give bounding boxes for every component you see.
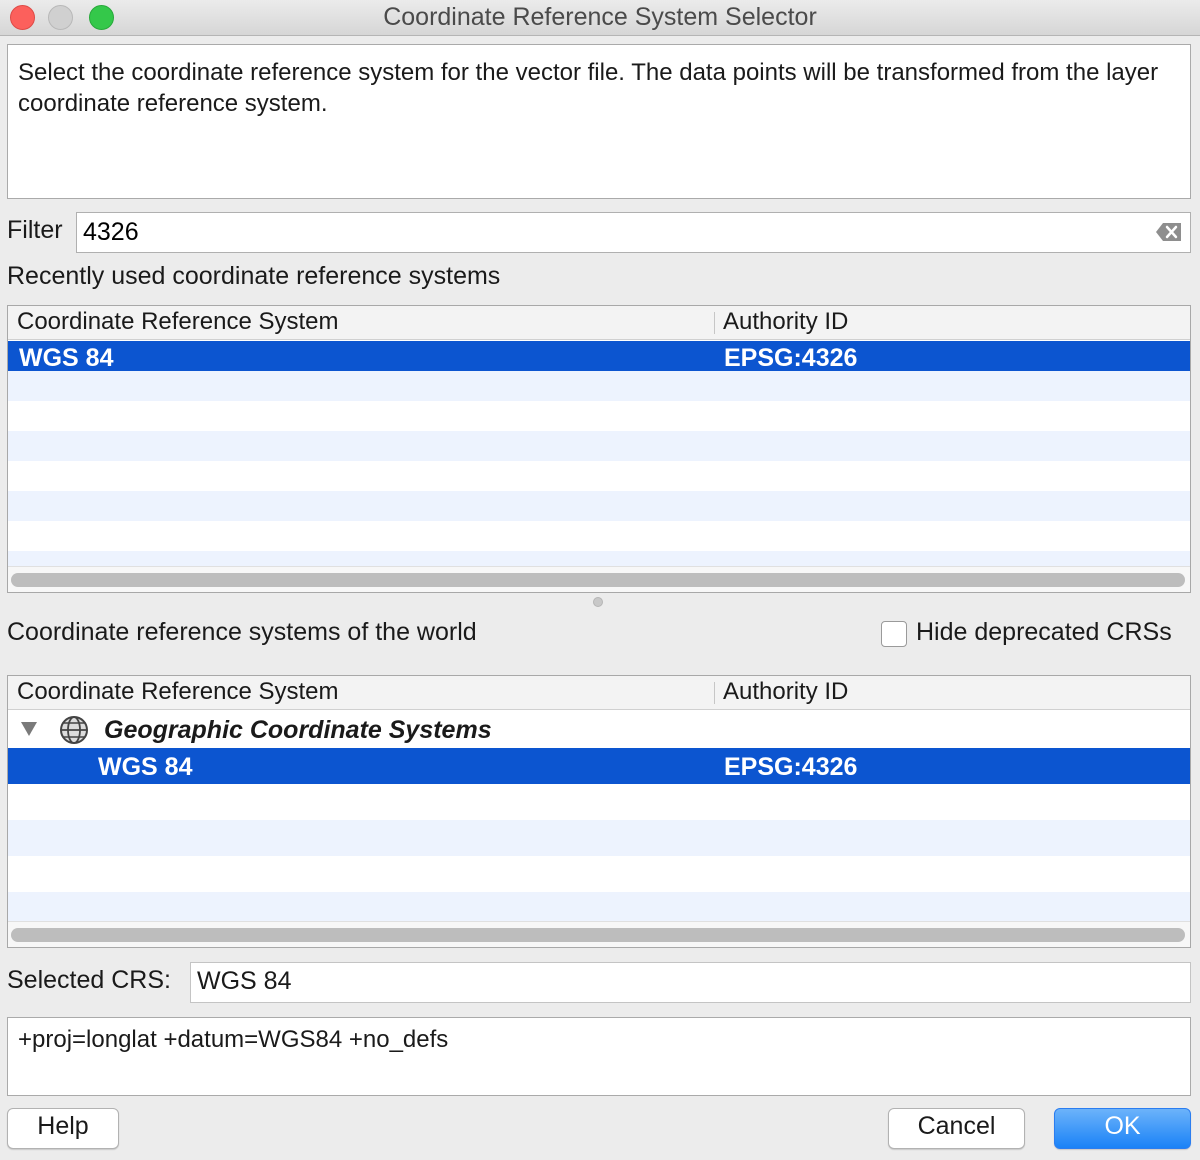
table-body [8, 341, 1190, 581]
filter-label: Filter [7, 216, 63, 244]
hide-deprecated-label[interactable]: Hide deprecated CRSs [916, 618, 1172, 647]
tree-child-row[interactable]: WGS 84 EPSG:4326 [8, 748, 1190, 784]
expand-arrow-icon[interactable] [21, 722, 37, 736]
column-divider [714, 682, 715, 704]
horizontal-scrollbar[interactable] [8, 566, 1190, 592]
world-section-label: Coordinate reference systems of the worl… [7, 618, 477, 646]
selected-crs-field: WGS 84 [190, 962, 1191, 1003]
column-header-authority[interactable]: Authority ID [723, 678, 848, 706]
scrollbar-thumb[interactable] [11, 928, 1185, 942]
globe-icon [60, 716, 88, 744]
column-header-authority[interactable]: Authority ID [723, 308, 848, 336]
world-crs-tree: Coordinate Reference System Authority ID… [7, 675, 1191, 948]
proj-definition-text: +proj=longlat +datum=WGS84 +no_defs [7, 1017, 1191, 1096]
authority-id-cell: EPSG:4326 [724, 753, 858, 781]
description-text: Select the coordinate reference system f… [7, 44, 1191, 199]
crs-name-cell: WGS 84 [19, 344, 114, 372]
tree-group-label: Geographic Coordinate Systems [104, 716, 492, 744]
ok-button[interactable]: OK [1054, 1108, 1191, 1149]
column-header-crs[interactable]: Coordinate Reference System [17, 308, 339, 336]
crs-name-cell: WGS 84 [98, 753, 193, 781]
hide-deprecated-checkbox[interactable] [881, 621, 907, 647]
window-title: Coordinate Reference System Selector [383, 3, 817, 31]
title-bar: Coordinate Reference System Selector [0, 0, 1200, 36]
column-header-crs[interactable]: Coordinate Reference System [17, 678, 339, 706]
clear-filter-icon[interactable] [1155, 221, 1183, 243]
selected-crs-label: Selected CRS: [7, 966, 171, 994]
splitter-handle[interactable] [593, 597, 603, 607]
column-divider [714, 312, 715, 334]
recent-crs-table: Coordinate Reference System Authority ID… [7, 305, 1191, 593]
authority-id-cell: EPSG:4326 [724, 344, 858, 372]
scrollbar-thumb[interactable] [11, 573, 1185, 587]
recent-section-label: Recently used coordinate reference syste… [7, 262, 501, 290]
help-button[interactable]: Help [7, 1108, 119, 1149]
cancel-button[interactable]: Cancel [888, 1108, 1025, 1149]
table-row[interactable]: WGS 84 EPSG:4326 [8, 341, 1190, 372]
filter-input[interactable] [76, 212, 1191, 253]
tree-group-row[interactable]: Geographic Coordinate Systems [8, 712, 1190, 748]
table-header: Coordinate Reference System Authority ID [8, 306, 1190, 340]
horizontal-scrollbar[interactable] [8, 921, 1190, 947]
table-header: Coordinate Reference System Authority ID [8, 676, 1190, 710]
